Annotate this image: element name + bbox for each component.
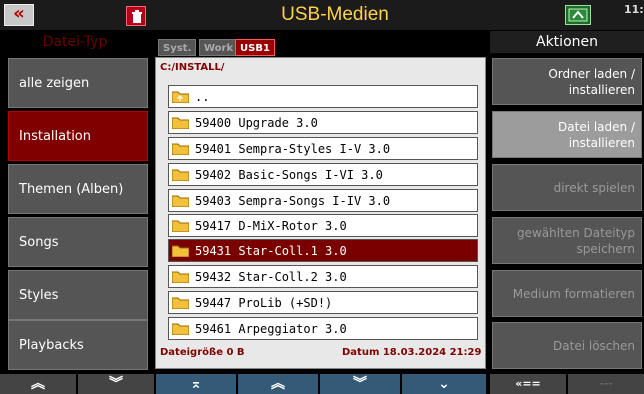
back-arrow-icon: «== [515, 377, 541, 390]
page-up-button[interactable]: ︽ [0, 374, 76, 394]
action-line1: Medium formatieren [512, 287, 635, 301]
play-direct-button[interactable]: direkt spielen [492, 164, 642, 211]
scroll-down-icon: ︾ [353, 376, 367, 392]
category-all[interactable]: alle zeigen [8, 58, 148, 108]
folder-icon [172, 195, 189, 207]
jump-bottom-icon: ⌄ [438, 376, 450, 392]
file-row[interactable]: 59461 Arpeggiator 3.0 [168, 317, 478, 340]
save-filetype-button[interactable]: gewählten Dateityp speichern [492, 217, 642, 264]
tab-work[interactable]: Work [199, 39, 239, 56]
file-row-label: 59402 Basic-Songs I-VI 3.0 [195, 168, 383, 182]
usb-network-icon [565, 5, 591, 25]
category-label: alle zeigen [19, 76, 90, 91]
file-row[interactable]: .. [168, 85, 478, 108]
category-label: Installation [19, 129, 92, 144]
category-playbacks[interactable]: Playbacks [8, 320, 148, 370]
file-row[interactable]: 59401 Sempra-Styles I-V 3.0 [168, 137, 478, 160]
load-folder-button[interactable]: Ordner laden / installieren [492, 58, 642, 105]
category-styles[interactable]: Styles [8, 270, 148, 320]
folder-icon [172, 323, 189, 335]
action-line2: installieren [568, 136, 635, 150]
folder-icon [172, 245, 189, 257]
category-label: Styles [19, 288, 59, 303]
folder-icon [172, 169, 189, 181]
jump-top-button[interactable]: ⌅ [156, 374, 236, 394]
file-row-selected[interactable]: 59431 Star-Coll.1 3.0 [168, 239, 478, 262]
category-label: Playbacks [19, 338, 84, 353]
actions-header: Aktionen [490, 31, 644, 53]
page-down-icon: ︾ [109, 376, 123, 392]
page-down-button[interactable]: ︾ [78, 374, 154, 394]
action-line2: installieren [568, 83, 635, 97]
file-row[interactable]: 59432 Star-Coll.2 3.0 [168, 265, 478, 288]
file-row-label: 59417 D-MiX-Rotor 3.0 [195, 219, 347, 233]
load-file-button[interactable]: Datei laden / installieren [492, 111, 642, 158]
scroll-up-button[interactable]: ︽ [238, 374, 318, 394]
empty-slot-label: --- [599, 377, 613, 390]
file-size-label: Dateigröße 0 B [160, 347, 245, 358]
file-date-label: Datum 18.03.2024 21:29 [342, 347, 482, 358]
action-line1: Ordner laden / [548, 67, 635, 81]
empty-slot-button[interactable]: --- [568, 374, 644, 394]
folder-icon [172, 297, 189, 309]
file-row-label: 59403 Sempra-Songs I-IV 3.0 [195, 194, 391, 208]
action-line1: gewählten Dateityp [516, 226, 635, 240]
category-installation[interactable]: Installation [8, 111, 148, 161]
trash-icon [132, 10, 142, 23]
category-label: Songs [19, 235, 59, 250]
folder-icon [172, 220, 189, 232]
file-row-label: 59461 Arpeggiator 3.0 [195, 322, 347, 336]
action-line1: Datei löschen [553, 339, 635, 353]
page-title: USB-Medien [281, 4, 389, 25]
file-row-label: 59401 Sempra-Styles I-V 3.0 [195, 142, 391, 156]
scroll-up-icon: ︽ [271, 376, 285, 392]
file-row[interactable]: 59403 Sempra-Songs I-IV 3.0 [168, 189, 478, 212]
file-row[interactable]: 59417 D-MiX-Rotor 3.0 [168, 214, 478, 237]
back-arrow-button[interactable]: «== [490, 374, 566, 394]
category-themes[interactable]: Themen (Alben) [8, 164, 148, 214]
tab-label: Syst. [163, 43, 192, 54]
file-type-header: Datei-Typ [0, 31, 150, 53]
action-line1: direkt spielen [553, 181, 635, 195]
format-media-button[interactable]: Medium formatieren [492, 270, 642, 317]
file-row[interactable]: 59447 ProLib (+SD!) [168, 291, 478, 314]
scroll-down-button[interactable]: ︾ [320, 374, 400, 394]
file-row-label: 59431 Star-Coll.1 3.0 [195, 244, 347, 258]
delete-file-button[interactable]: Datei löschen [492, 322, 642, 369]
file-row-label: 59400 Upgrade 3.0 [195, 116, 318, 130]
category-label: Themen (Alben) [19, 182, 124, 197]
category-songs[interactable]: Songs [8, 217, 148, 267]
action-line1: Datei laden / [558, 120, 635, 134]
trash-button[interactable] [126, 6, 146, 26]
file-row-label: 59447 ProLib (+SD!) [195, 296, 333, 310]
path-label: C:/INSTALL/ [160, 62, 225, 73]
jump-top-icon: ⌅ [190, 376, 202, 392]
tab-usb1[interactable]: USB1 [235, 39, 275, 56]
clock: 11:3 [624, 3, 644, 16]
file-row[interactable]: 59402 Basic-Songs I-VI 3.0 [168, 163, 478, 186]
file-row-label: .. [195, 90, 210, 104]
folder-up-icon [172, 91, 189, 103]
tab-system[interactable]: Syst. [158, 39, 197, 56]
tab-label: USB1 [240, 43, 270, 54]
tab-label: Work [204, 43, 234, 54]
folder-icon [172, 143, 189, 155]
folder-icon [172, 117, 189, 129]
jump-bottom-button[interactable]: ⌄ [402, 374, 486, 394]
page-up-icon: ︽ [31, 376, 45, 392]
back-button[interactable]: « [4, 4, 34, 26]
back-icon: « [13, 3, 25, 24]
file-row[interactable]: 59400 Upgrade 3.0 [168, 111, 478, 134]
file-row-label: 59432 Star-Coll.2 3.0 [195, 270, 347, 284]
action-line2: speichern [576, 242, 636, 256]
folder-icon [172, 271, 189, 283]
